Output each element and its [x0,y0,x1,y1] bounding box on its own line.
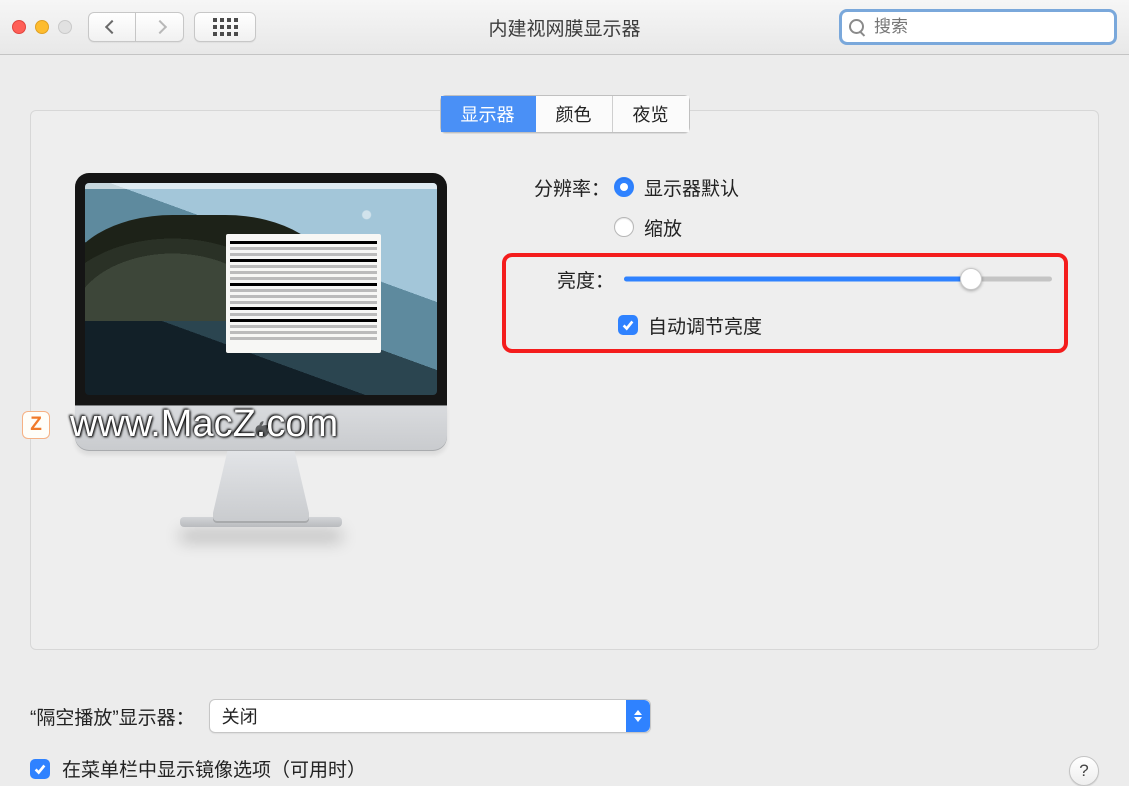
radio-scaled-resolution-label: 缩放 [644,214,682,241]
search-icon [849,19,865,35]
chevron-right-icon [152,20,166,34]
grid-icon [213,18,238,36]
chevron-left-icon [105,20,119,34]
content: 显示器 颜色 夜览 [0,55,1129,746]
zoom-window-button[interactable] [58,20,72,34]
brightness-highlight: 亮度： 自动调节亮度 [502,253,1068,353]
radio-default-resolution[interactable] [614,177,634,197]
back-button[interactable] [88,12,136,42]
brightness-row: 亮度： [514,265,1052,293]
check-icon [621,318,635,332]
tab-night-shift[interactable]: 夜览 [613,96,689,132]
window-controls [12,20,72,34]
tab-color[interactable]: 颜色 [536,96,613,132]
watermark-badge: Z [22,411,50,439]
check-icon [33,762,47,776]
brightness-label: 亮度： [514,266,614,293]
imac-bezel [75,173,447,405]
radio-default-resolution-label: 显示器默认 [644,174,739,201]
display-panel: 分辨率： 显示器默认 缩放 亮度： [30,110,1099,650]
radio-scaled-resolution[interactable] [614,217,634,237]
display-settings: 分辨率： 显示器默认 缩放 亮度： [510,173,1068,353]
airplay-label: “隔空播放”显示器： [30,703,195,730]
show-all-button[interactable] [194,12,256,42]
auto-brightness-checkbox[interactable] [618,315,638,335]
mirror-row: 在菜单栏中显示镜像选项（可用时） [30,755,1099,782]
window-title: 内建视网膜显示器 [488,14,640,41]
brightness-thumb[interactable] [960,268,982,290]
bottom-area: “隔空播放”显示器： 关闭 在菜单栏中显示镜像选项（可用时） ? [30,675,1099,782]
show-mirror-label: 在菜单栏中显示镜像选项（可用时） [62,755,366,782]
search-input[interactable] [839,9,1117,45]
airplay-select[interactable]: 关闭 [209,699,651,733]
resolution-label: 分辨率： [510,174,610,201]
imac-stand [213,451,309,523]
tabs: 显示器 颜色 夜览 [440,95,690,133]
tab-display[interactable]: 显示器 [441,96,536,132]
resolution-row: 分辨率： 显示器默认 [510,173,1068,201]
close-window-button[interactable] [12,20,26,34]
help-button[interactable]: ? [1069,756,1099,786]
select-caret-icon [626,700,650,732]
show-mirror-checkbox[interactable] [30,759,50,779]
forward-button[interactable] [136,12,184,42]
toolbar: 内建视网膜显示器 [0,0,1129,55]
watermark-text: www.MacZ.com [70,403,338,446]
brightness-fill [624,277,971,282]
minimize-window-button[interactable] [35,20,49,34]
auto-brightness-row: 自动调节亮度 [514,311,1052,339]
resolution-scaled-row: 缩放 [510,213,1068,241]
auto-brightness-label: 自动调节亮度 [648,312,762,339]
nav-buttons [88,12,184,42]
imac-desktop [85,183,437,395]
airplay-row: “隔空播放”显示器： 关闭 [30,699,1099,733]
airplay-value: 关闭 [222,703,258,729]
display-illustration [75,173,447,503]
brightness-slider[interactable] [624,269,1052,289]
search-field-wrap [839,9,1117,45]
